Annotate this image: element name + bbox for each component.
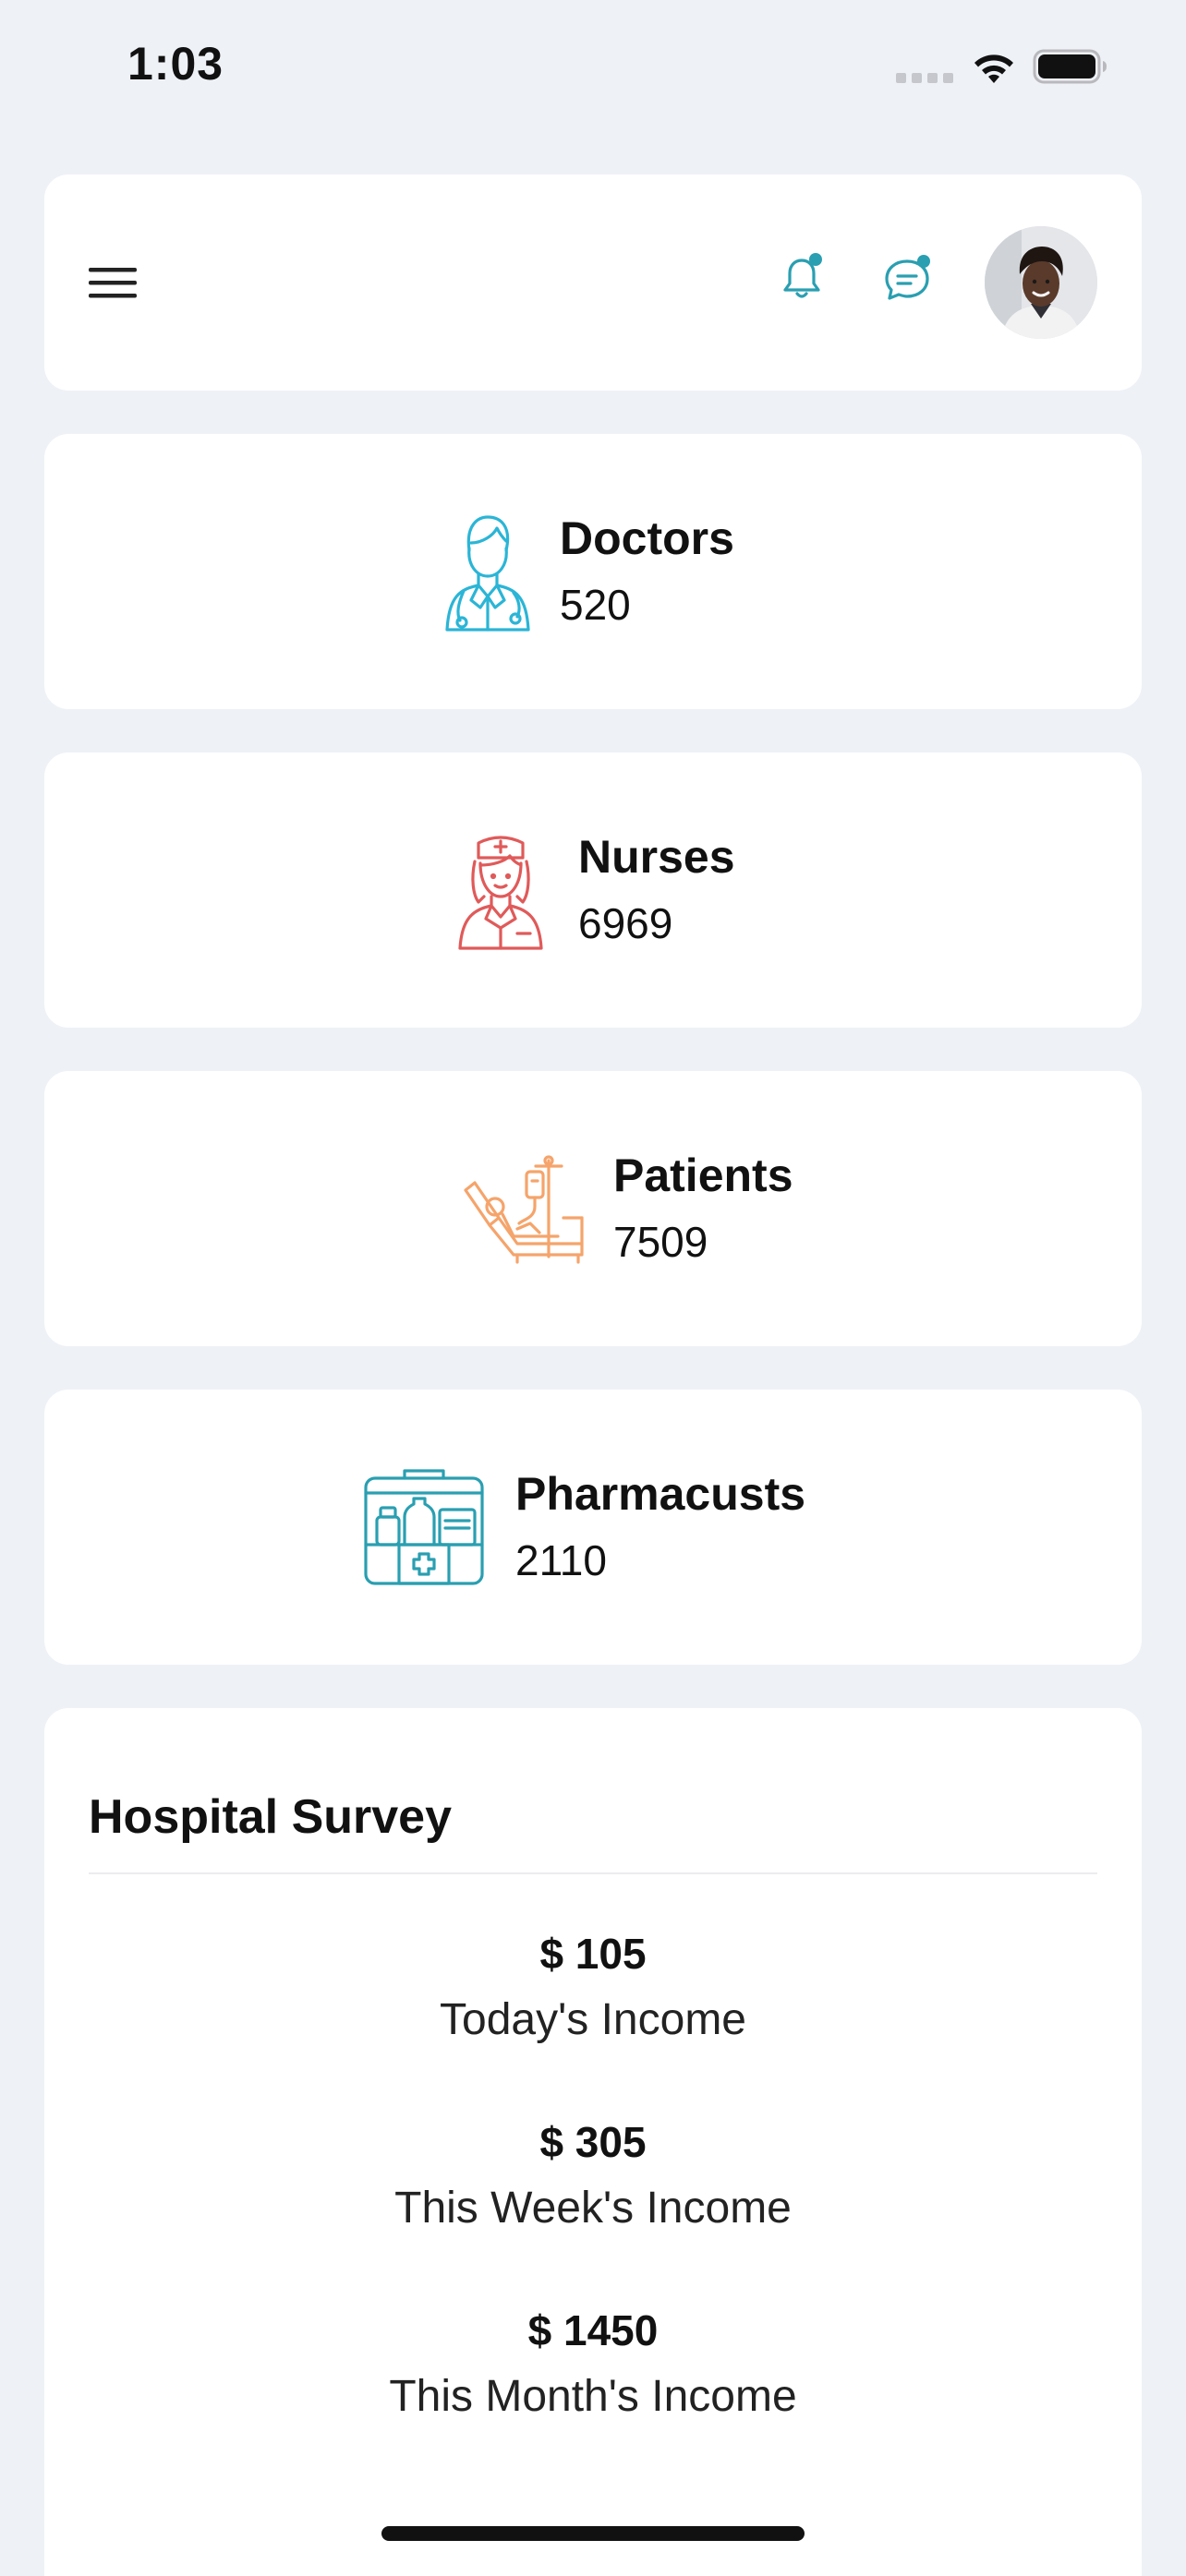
cellular-signal-icon: [896, 73, 953, 83]
stat-label: Patients: [613, 1150, 793, 1201]
income-label: This Month's Income: [389, 2372, 797, 2421]
wifi-icon: [974, 54, 1013, 83]
income-label: This Week's Income: [394, 2184, 792, 2233]
stat-value: 6969: [578, 899, 673, 947]
income-item-month: $ 1450 This Month's Income: [44, 2303, 1142, 2425]
medicine-kit-icon: [364, 1469, 484, 1585]
stat-card-doctors[interactable]: Doctors 520: [44, 434, 1142, 709]
hospital-bed-icon: [464, 1155, 584, 1264]
stat-card-nurses[interactable]: Nurses 6969: [44, 752, 1142, 1028]
battery-icon: [1033, 49, 1107, 84]
stat-value: 2110: [515, 1536, 607, 1584]
income-amount: $ 305: [539, 2118, 647, 2166]
stat-label: Nurses: [578, 831, 735, 883]
stat-label: Pharmacusts: [515, 1468, 806, 1520]
chat-bubble-icon[interactable]: [879, 252, 935, 307]
top-bar: [44, 175, 1142, 391]
hospital-survey-card: Hospital Survey $ 105 Today's Income $ 3…: [44, 1708, 1142, 2576]
avatar-image: [985, 226, 1097, 339]
user-avatar[interactable]: [985, 226, 1097, 339]
stat-label: Doctors: [560, 512, 734, 564]
doctor-icon: [445, 515, 530, 632]
hamburger-menu-icon[interactable]: [85, 255, 140, 310]
income-amount: $ 105: [539, 1930, 647, 1978]
status-bar: 1:03: [0, 0, 1186, 138]
income-item-week: $ 305 This Week's Income: [44, 2114, 1142, 2236]
income-item-today: $ 105 Today's Income: [44, 1926, 1142, 2048]
divider: [89, 1872, 1097, 1874]
stat-value: 520: [560, 581, 631, 629]
nurse-icon: [458, 836, 543, 950]
bell-icon[interactable]: [774, 252, 829, 307]
home-indicator[interactable]: [381, 2526, 805, 2541]
income-amount: $ 1450: [527, 2306, 659, 2354]
stat-card-pharmacists[interactable]: Pharmacusts 2110: [44, 1390, 1142, 1665]
income-label: Today's Income: [440, 1995, 746, 2044]
status-time: 1:03: [127, 38, 224, 90]
stat-value: 7509: [613, 1218, 708, 1266]
survey-title: Hospital Survey: [89, 1790, 453, 1844]
stat-card-patients[interactable]: Patients 7509: [44, 1071, 1142, 1346]
